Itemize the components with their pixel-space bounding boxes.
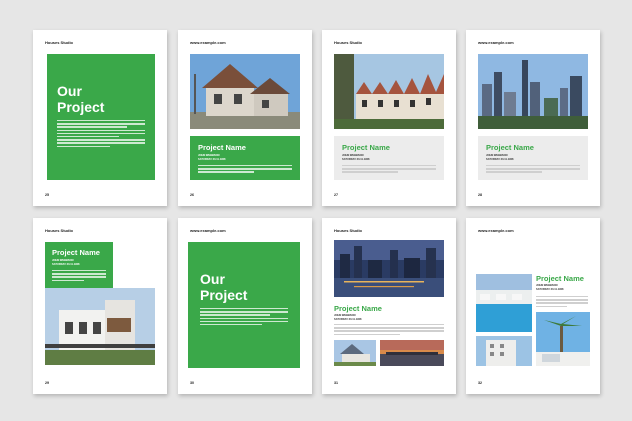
- project-date: SATURDAY 20.11.1908: [486, 158, 514, 161]
- page-number: 27: [334, 193, 338, 197]
- project-date: SATURDAY 20.11.1908: [52, 263, 80, 266]
- project-grey-panel: Project Name JOHN WEBBSON SATURDAY 20.11…: [478, 136, 588, 180]
- project-name: Project Name: [536, 274, 584, 283]
- page-number: 29: [45, 381, 49, 385]
- city-skyline-photo: [478, 54, 588, 129]
- page-number: 25: [45, 193, 49, 197]
- page-number: 28: [478, 193, 482, 197]
- page-header: Houses Studio: [45, 228, 74, 233]
- page-32: www.example.com Project Name JOHN WEBBSO…: [466, 218, 600, 394]
- sunset-photo: [380, 340, 444, 366]
- project-name: Project Name: [52, 248, 100, 257]
- page-header: www.example.com: [478, 40, 514, 45]
- cover-green-panel: Our Project: [188, 242, 300, 368]
- harbor-night-photo: [334, 240, 444, 297]
- project-green-panel: Project Name JOHN WEBBSON SATURDAY 20.11…: [45, 242, 113, 292]
- house-photo: [334, 340, 376, 366]
- townhouse-street-photo: [334, 54, 444, 129]
- cover-text-lines: [57, 120, 145, 149]
- resort-pool-photo: [476, 274, 532, 332]
- project-name: Project Name: [342, 143, 390, 152]
- page-31: Houses Studio Project Name JOHN WEBBSON …: [322, 218, 456, 394]
- page-25: Houses Studio Our Project 25: [33, 30, 167, 206]
- page-28: www.example.com Project Name JOHN WEBBSO…: [466, 30, 600, 206]
- page-header: www.example.com: [190, 228, 226, 233]
- project-text-lines: [486, 165, 580, 175]
- cover-title-line2: Project: [200, 287, 248, 303]
- project-text-lines: [536, 296, 588, 309]
- project-name: Project Name: [198, 143, 246, 152]
- modern-house-photo: [45, 288, 155, 365]
- project-green-panel: Project Name JOHN WEBBSON SATURDAY 20.11…: [190, 136, 300, 180]
- project-grey-panel: Project Name JOHN WEBBSON SATURDAY 20.11…: [334, 136, 444, 180]
- page-number: 26: [190, 193, 194, 197]
- project-text-lines: [198, 165, 292, 175]
- project-text-lines: [334, 324, 444, 337]
- page-header: www.example.com: [478, 228, 514, 233]
- project-date: SATURDAY 20.11.1908: [198, 158, 226, 161]
- project-date: SATURDAY 20.11.1908: [536, 288, 564, 291]
- house-construction-photo: [190, 54, 300, 129]
- cover-green-panel: Our Project: [47, 54, 155, 180]
- project-text-lines: [342, 165, 436, 175]
- cover-title-line1: Our: [200, 271, 225, 287]
- page-number: 32: [478, 381, 482, 385]
- page-number: 31: [334, 381, 338, 385]
- project-name: Project Name: [486, 143, 534, 152]
- page-number: 30: [190, 381, 194, 385]
- palm-tree-photo: [536, 312, 590, 366]
- cover-title-line2: Project: [57, 99, 105, 115]
- page-29: Houses Studio Project Name JOHN WEBBSON …: [33, 218, 167, 394]
- page-26: www.example.com Project Name JOHN WEBBSO…: [178, 30, 312, 206]
- project-text-lines: [52, 270, 106, 283]
- page-27: Houses Studio Project Name JOHN WEBBSON …: [322, 30, 456, 206]
- page-header: Houses Studio: [334, 228, 363, 233]
- project-name: Project Name: [334, 304, 382, 313]
- project-date: SATURDAY 20.11.1908: [334, 318, 362, 321]
- cover-title-line1: Our: [57, 83, 82, 99]
- cover-text-lines: [200, 308, 288, 327]
- page-30: www.example.com Our Project 30: [178, 218, 312, 394]
- building-photo: [476, 336, 532, 366]
- project-date: SATURDAY 20.11.1908: [342, 158, 370, 161]
- page-header: www.example.com: [190, 40, 226, 45]
- page-header: Houses Studio: [334, 40, 363, 45]
- page-header: Houses Studio: [45, 40, 74, 45]
